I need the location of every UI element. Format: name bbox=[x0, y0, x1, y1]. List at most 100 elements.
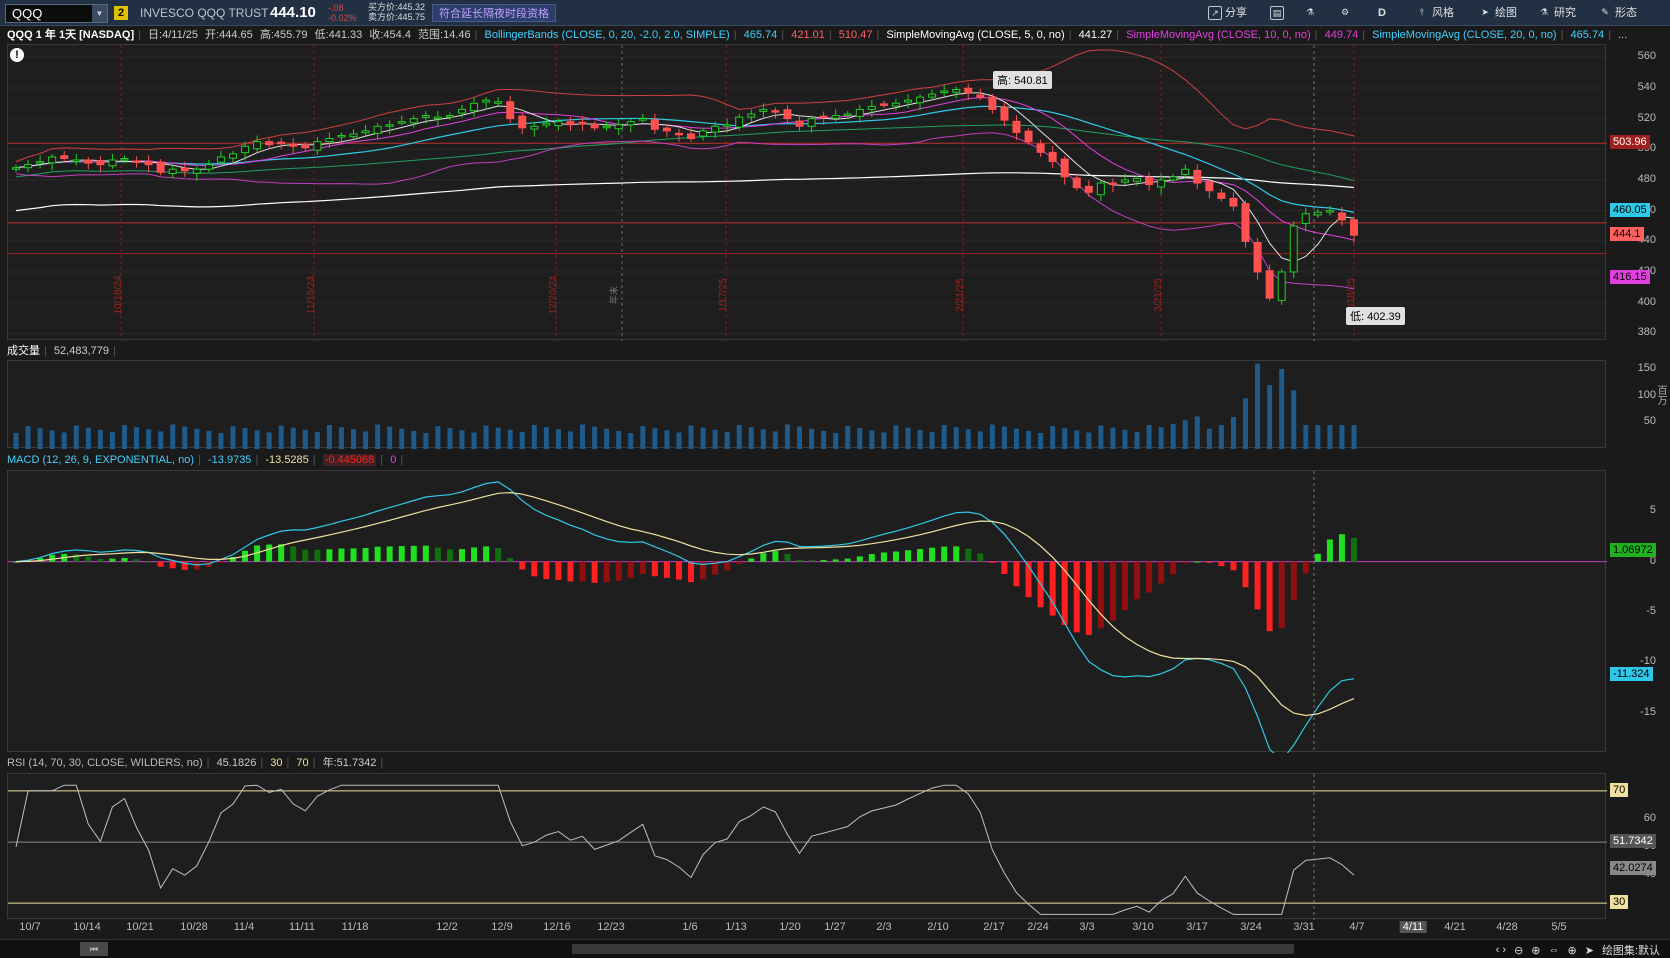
month-marker-label: 1/17/25 bbox=[718, 278, 729, 312]
rsi-value: 45.1826 bbox=[216, 757, 257, 769]
patterns-button[interactable]: ✎ 形态 bbox=[1598, 4, 1637, 22]
chart-scrollbar[interactable]: ⏮ ‹ › ⊖ ⊕ ⇔ ⊕ ➤ 绘图集:默认 bbox=[0, 939, 1670, 958]
chart-title[interactable]: QQQ 1 年 1天 [NASDAQ] bbox=[7, 29, 134, 41]
date-axis-label: 2/24 bbox=[1027, 921, 1049, 933]
bb-up-value: 510.47 bbox=[838, 29, 873, 41]
macd-histogram-bar bbox=[1194, 561, 1201, 563]
macd-histogram-bar bbox=[193, 561, 200, 570]
price-axis[interactable]: 560540520500480460440420400380503.96460.… bbox=[1607, 44, 1670, 340]
volume-bar bbox=[580, 424, 586, 449]
candle-body bbox=[180, 167, 189, 172]
volume-bar bbox=[543, 427, 549, 449]
settings-button[interactable]: ⚙ bbox=[1338, 4, 1352, 22]
candle-body bbox=[1337, 212, 1346, 221]
drawing-set-label[interactable]: 绘图集:默认 bbox=[1602, 942, 1660, 958]
volume-label[interactable]: 成交量 bbox=[7, 345, 40, 357]
sma10-label[interactable]: SimpleMovingAvg (CLOSE, 10, 0, no) bbox=[1126, 29, 1310, 41]
rsi-canvas[interactable] bbox=[8, 774, 1607, 920]
volume-bar bbox=[652, 428, 658, 449]
macd-canvas[interactable] bbox=[8, 471, 1607, 753]
candle-body bbox=[494, 101, 503, 104]
zoom-out-icon[interactable]: ⊖ bbox=[1514, 944, 1523, 957]
bid-price: 买方价:445.32 bbox=[368, 2, 426, 12]
volume-bar bbox=[230, 426, 236, 449]
style-icon: ⫯ bbox=[1420, 7, 1424, 17]
layout-button[interactable]: ▤ bbox=[1270, 4, 1284, 22]
link-group-badge[interactable]: 2 bbox=[114, 6, 128, 20]
candle-body bbox=[265, 141, 274, 146]
volume-value: 52,483,779 bbox=[53, 345, 109, 357]
studies-flask-button[interactable]: ⚗ bbox=[1303, 4, 1317, 22]
bar-high: 高:455.79 bbox=[259, 29, 308, 41]
macd-panel[interactable] bbox=[7, 470, 1607, 753]
candle-body bbox=[156, 161, 165, 173]
share-icon: ↗ bbox=[1208, 6, 1222, 20]
zoom-in-icon[interactable]: ⊕ bbox=[1531, 944, 1540, 957]
date-axis-label: 2/17 bbox=[983, 921, 1005, 933]
low-annotation: 低: 402.39 bbox=[1346, 307, 1405, 325]
candle-body bbox=[433, 116, 442, 120]
macd-histogram-bar bbox=[543, 561, 550, 580]
drawing-button[interactable]: ➤ 绘图 bbox=[1478, 4, 1517, 22]
gear-icon: ⚙ bbox=[1340, 7, 1350, 17]
scroll-thumb[interactable] bbox=[572, 944, 1294, 954]
style-button[interactable]: ⫯ 风格 bbox=[1415, 4, 1454, 22]
alert-icon[interactable]: ! bbox=[10, 48, 24, 62]
price-chart-canvas[interactable]: 10/18/24 11/15/24 12/20/24 1/17/25 2/21/25 3/… bbox=[8, 45, 1607, 341]
price-chart-panel[interactable]: 10/18/24 11/15/24 12/20/24 1/17/25 2/21/25 3/… bbox=[7, 44, 1607, 341]
candle-body bbox=[650, 119, 659, 130]
candle-body bbox=[397, 121, 406, 124]
candle-body bbox=[952, 88, 961, 93]
period-button[interactable]: D bbox=[1378, 4, 1386, 22]
candle-body bbox=[325, 138, 334, 143]
macd-axis-tick: -15 bbox=[1640, 705, 1656, 718]
rsi-ob: 70 bbox=[296, 757, 309, 769]
rsi-label[interactable]: RSI (14, 70, 30, CLOSE, WILDERS, no) bbox=[7, 757, 203, 769]
symbol-dropdown-icon[interactable]: ▼ bbox=[92, 5, 107, 22]
volume-bar bbox=[278, 425, 284, 449]
volume-bar bbox=[616, 430, 622, 449]
rsi-axis[interactable]: 605040703051.734242.0274 bbox=[1607, 773, 1670, 919]
volume-bar bbox=[1267, 385, 1273, 449]
bb-label[interactable]: BollingerBands (CLOSE, 0, 20, -2.0, 2.0,… bbox=[485, 29, 730, 41]
volume-bar bbox=[1218, 425, 1224, 449]
crosshair-icon[interactable]: ⊕ bbox=[1568, 944, 1577, 957]
volume-canvas[interactable] bbox=[8, 361, 1607, 449]
macd-label[interactable]: MACD (12, 26, 9, EXPONENTIAL, no) bbox=[7, 454, 194, 466]
macd-histogram-bar bbox=[398, 546, 405, 562]
date-axis-label: 5/5 bbox=[1551, 921, 1567, 933]
macd-histogram-bar bbox=[579, 561, 586, 582]
volume-bar bbox=[845, 426, 851, 449]
macd-histogram-bar bbox=[1266, 561, 1273, 632]
rsi-os: 30 bbox=[270, 757, 283, 769]
research-button[interactable]: ⚗ 研究 bbox=[1537, 4, 1576, 22]
rsi-panel[interactable] bbox=[7, 773, 1607, 920]
share-button[interactable]: ↗ 分享 bbox=[1208, 4, 1247, 22]
volume-bar bbox=[1110, 427, 1116, 449]
date-axis-label: 1/13 bbox=[725, 921, 747, 933]
date-axis-label: 1/27 bbox=[824, 921, 846, 933]
volume-panel[interactable] bbox=[7, 360, 1607, 449]
volume-bar bbox=[97, 429, 103, 449]
pan-icon[interactable]: ⇔ bbox=[1549, 944, 1560, 956]
candle-body bbox=[940, 90, 949, 94]
sma10-value: 449.74 bbox=[1324, 29, 1359, 41]
date-axis-label: 3/17 bbox=[1186, 921, 1208, 933]
candle-body bbox=[1133, 177, 1142, 182]
date-axis-label: 3/3 bbox=[1079, 921, 1095, 933]
volume-bar bbox=[158, 431, 164, 449]
sma20-label[interactable]: SimpleMovingAvg (CLOSE, 20, 0, no) bbox=[1372, 29, 1556, 41]
extended-hours-button[interactable]: 符合延长隔夜时段资格 bbox=[432, 4, 556, 22]
more-studies[interactable]: ... bbox=[1618, 29, 1627, 41]
date-axis[interactable]: 10/7 10/14 10/21 10/28 11/4 11/11 11/18 12/2 12/… bbox=[7, 919, 1606, 935]
macd-histogram-bar bbox=[531, 561, 538, 577]
pointer-icon[interactable]: ➤ bbox=[1585, 944, 1594, 957]
candle-body bbox=[867, 105, 876, 110]
macd-axis[interactable]: 5 0 -5 -10 -15 1.06972 -11.324 bbox=[1607, 470, 1670, 752]
sma5-label[interactable]: SimpleMovingAvg (CLOSE, 5, 0, no) bbox=[886, 29, 1064, 41]
scroll-arrows-icon[interactable]: ‹ › bbox=[1496, 944, 1506, 956]
macd-histogram-bar bbox=[314, 549, 321, 562]
macd-histogram-bar bbox=[1338, 534, 1345, 562]
scroll-home-button[interactable]: ⏮ bbox=[80, 942, 108, 956]
candle-body bbox=[662, 127, 671, 132]
